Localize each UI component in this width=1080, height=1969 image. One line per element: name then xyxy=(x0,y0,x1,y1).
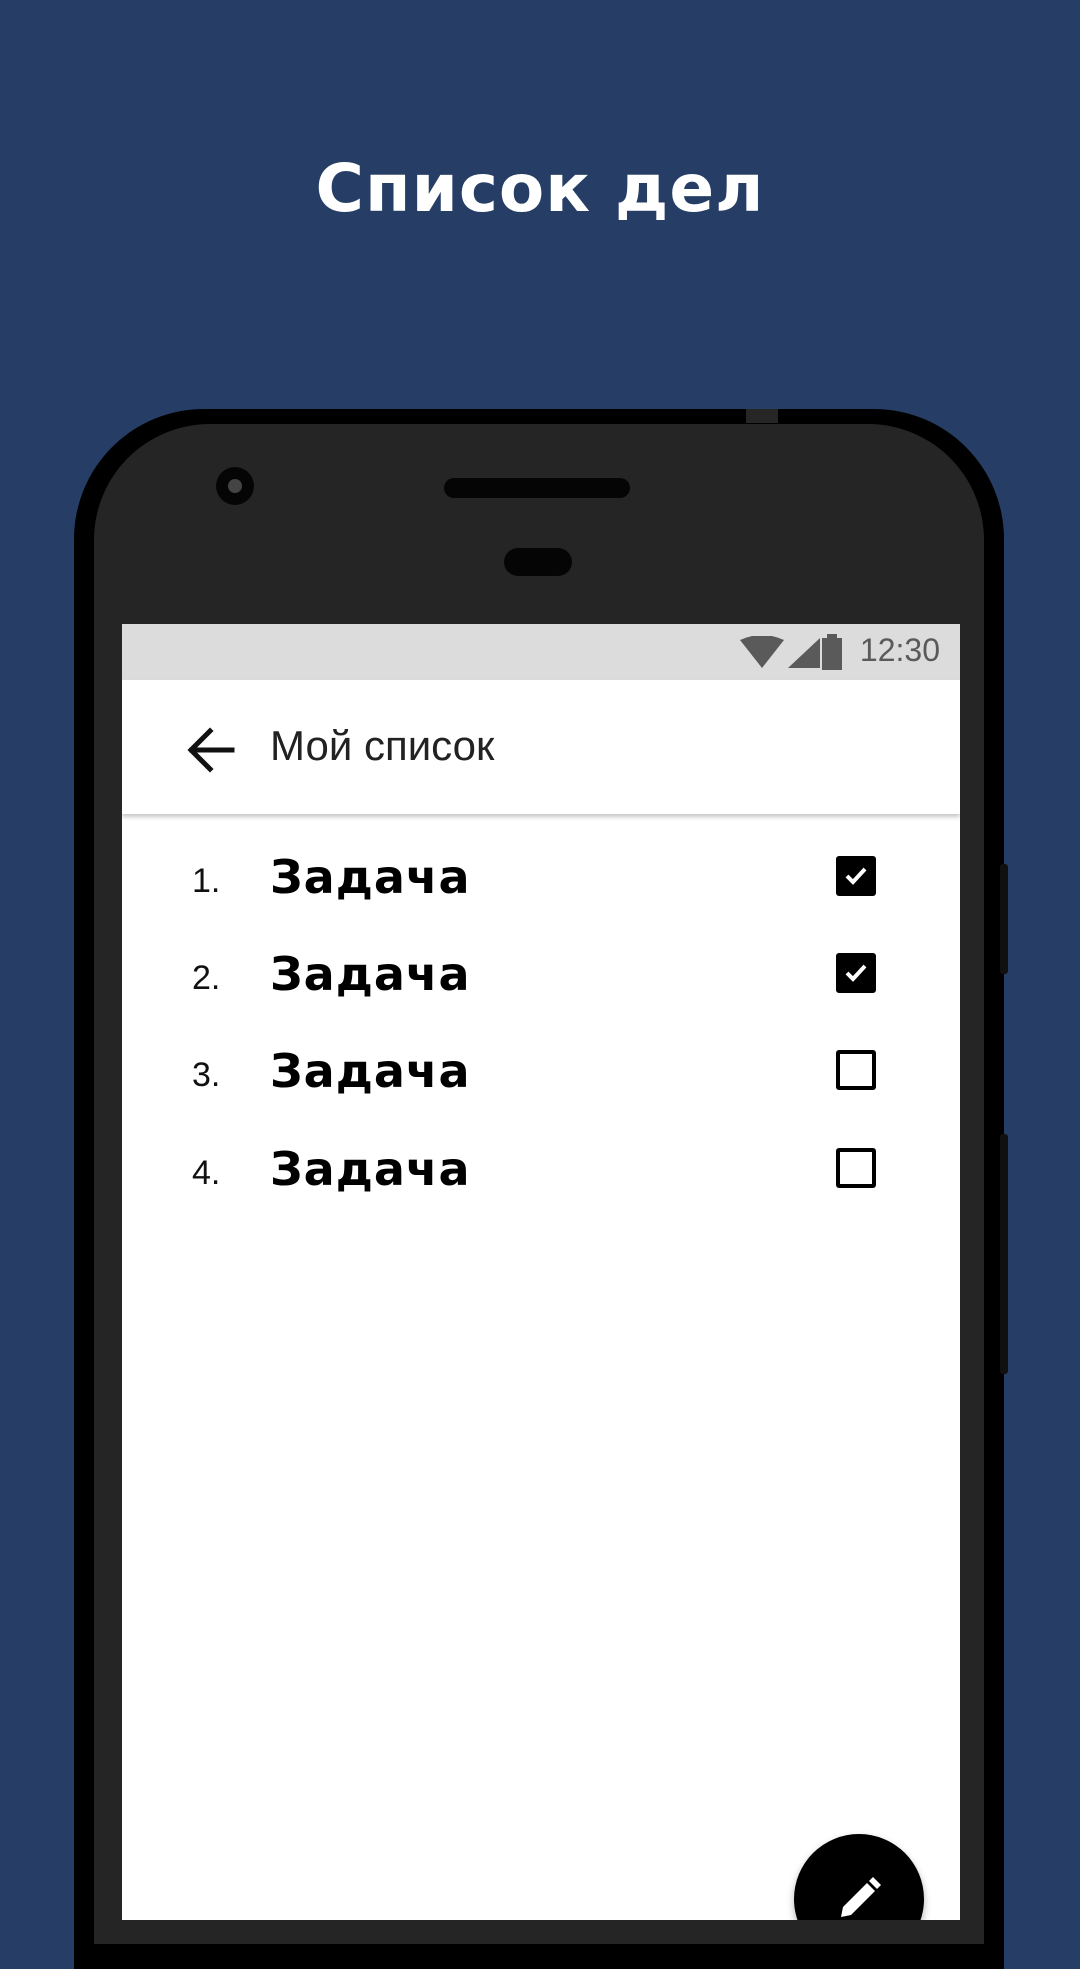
task-checkbox-checked[interactable] xyxy=(836,953,876,993)
battery-icon xyxy=(822,634,842,670)
task-text: Задача xyxy=(270,850,471,904)
task-item: 3. Задача xyxy=(122,1028,960,1118)
phone-top-button xyxy=(746,409,778,423)
promo-headline: Список дел xyxy=(315,150,765,227)
front-camera-icon xyxy=(216,467,254,505)
status-bar: 12:30 xyxy=(122,624,960,680)
task-checkbox-checked[interactable] xyxy=(836,856,876,896)
task-item: 4. Задача xyxy=(122,1126,960,1216)
task-number: 2. xyxy=(192,959,221,997)
task-text: Задача xyxy=(270,1044,471,1098)
task-number: 3. xyxy=(192,1056,221,1094)
task-text: Задача xyxy=(270,947,471,1001)
check-icon xyxy=(845,964,867,982)
task-checkbox-unchecked[interactable] xyxy=(836,1148,876,1188)
task-text: Задача xyxy=(270,1142,471,1196)
task-number: 4. xyxy=(192,1154,221,1192)
task-item: 2. Задача xyxy=(122,931,960,1021)
phone-side-button xyxy=(1000,864,1008,974)
signal-icon xyxy=(788,638,820,668)
earpiece-speaker xyxy=(444,478,630,498)
arrow-back-icon xyxy=(187,727,235,773)
back-button[interactable] xyxy=(184,724,236,776)
phone-volume-button xyxy=(1000,1134,1008,1374)
edit-fab-button[interactable] xyxy=(794,1834,924,1920)
task-checkbox-unchecked[interactable] xyxy=(836,1050,876,1090)
wifi-icon xyxy=(740,636,784,668)
phone-screen: 12:30 Мой список 1. Задача 2. Задача 3. … xyxy=(122,624,960,1920)
proximity-sensor xyxy=(504,548,572,576)
pencil-icon xyxy=(841,1877,881,1917)
task-number: 1. xyxy=(192,862,221,900)
app-bar: Мой список xyxy=(122,680,960,814)
check-icon xyxy=(845,867,867,885)
task-item: 1. Задача xyxy=(122,834,960,924)
status-time: 12:30 xyxy=(859,632,940,668)
app-bar-title: Мой список xyxy=(270,722,495,769)
